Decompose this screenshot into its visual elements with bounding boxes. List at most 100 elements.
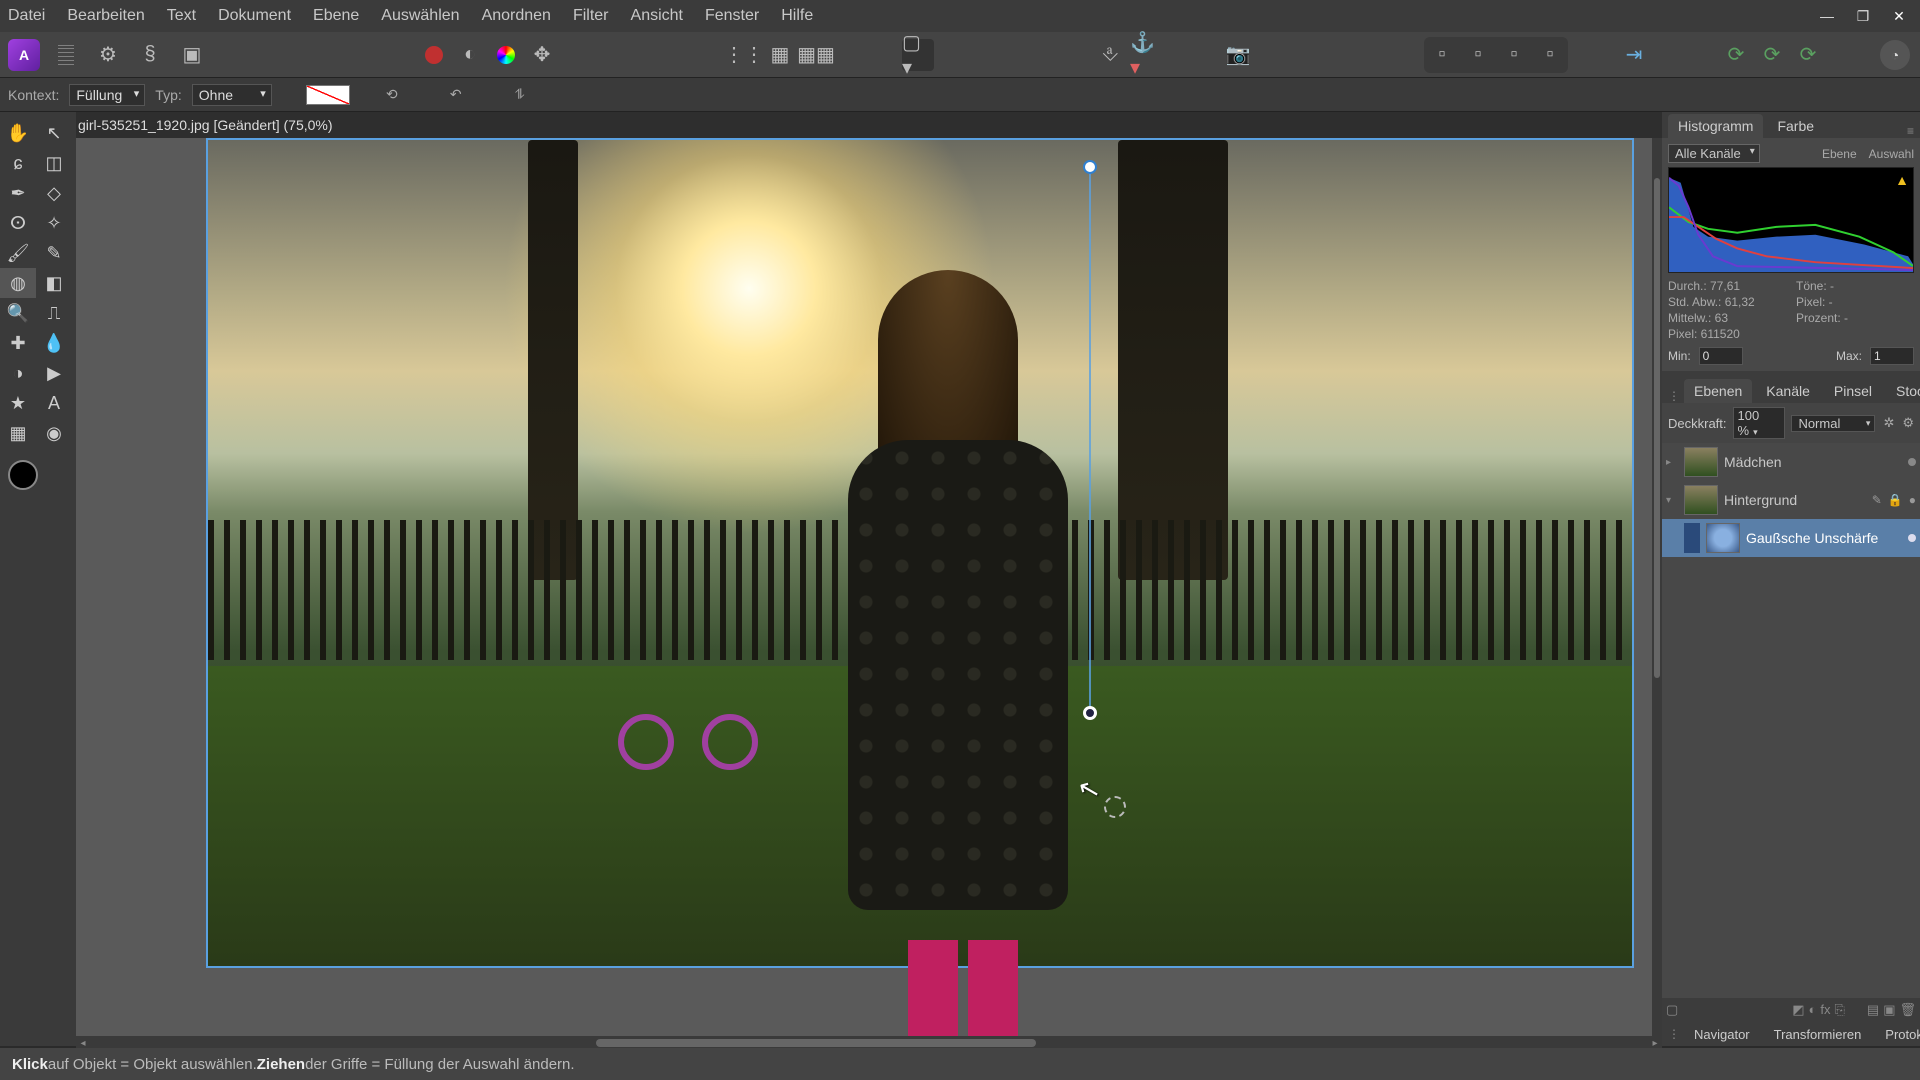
layers-mask-icon[interactable]: ◩ [1792, 1002, 1804, 1018]
camera-icon[interactable]: 📷 [1222, 39, 1254, 71]
layers-link-icon[interactable]: ⎘ [1834, 1002, 1844, 1018]
crop-tool-icon[interactable]: ⎀ [1094, 39, 1126, 71]
star-tool[interactable]: ★ [0, 388, 36, 418]
layer-thumbnail[interactable] [1706, 523, 1740, 553]
account-avatar[interactable]: ◔ [1880, 40, 1910, 70]
layer-visibility-dot[interactable]: ● [1909, 493, 1916, 507]
arrange-icon[interactable]: ⇥ [1618, 39, 1650, 71]
menu-auswaehlen[interactable]: Auswählen [381, 7, 459, 25]
sync-3-icon[interactable]: ⟳ [1792, 39, 1824, 71]
tab-pinsel[interactable]: Pinsel [1824, 379, 1882, 403]
layer-expand-icon[interactable]: ▾ [1666, 495, 1678, 506]
scroll-left-arrow-icon[interactable]: ◂ [76, 1038, 90, 1049]
histogram-source-auswahl[interactable]: Auswahl [1869, 147, 1914, 161]
fill-swatch-none[interactable] [306, 85, 350, 105]
crop-tool[interactable]: ◫ [36, 148, 72, 178]
align-3-icon[interactable]: ▫ [1498, 39, 1530, 71]
menu-bearbeiten[interactable]: Bearbeiten [67, 7, 144, 25]
document-canvas[interactable]: ↖ [206, 138, 1634, 968]
menu-datei[interactable]: Datei [8, 7, 45, 25]
hist-min-input[interactable] [1699, 347, 1743, 365]
menu-fenster[interactable]: Fenster [705, 7, 759, 25]
tab-protokoll[interactable]: Protokoll [1875, 1023, 1920, 1046]
lasso-tool[interactable]: ɕ [0, 148, 36, 178]
sync-1-icon[interactable]: ⟳ [1720, 39, 1752, 71]
layer-expand-icon[interactable]: ▸ [1666, 457, 1678, 468]
window-minimize-button[interactable]: — [1814, 6, 1840, 26]
eyedropper-icon[interactable]: ◐ [454, 39, 486, 71]
blend-mode-select[interactable]: Normal [1791, 415, 1875, 432]
layer-name[interactable]: Mädchen [1724, 454, 1782, 470]
align-1-icon[interactable]: ▫ [1426, 39, 1458, 71]
gradient-line[interactable] [1089, 170, 1091, 710]
canvas-viewport[interactable]: ↖ [76, 138, 1662, 1040]
tone-persona-icon[interactable]: § [134, 39, 166, 71]
smudge-tool[interactable]: 💧 [36, 328, 72, 358]
layer-name[interactable]: Hintergrund [1724, 492, 1797, 508]
layer-mask-thumbnail[interactable] [1684, 523, 1700, 553]
horizontal-scroll-thumb[interactable] [596, 1039, 1036, 1047]
layer-row[interactable]: ▾ Hintergrund ✎ 🔒 ● [1662, 481, 1920, 519]
layer-visibility-dot[interactable] [1908, 534, 1916, 542]
histogram-warning-icon[interactable]: ▲ [1895, 172, 1909, 188]
context-type-select[interactable]: Ohne [192, 84, 272, 106]
sync-2-icon[interactable]: ⟳ [1756, 39, 1788, 71]
anchor-dropdown-icon[interactable]: ⚓ ▾ [1130, 39, 1162, 71]
heal-tool[interactable]: ✚ [0, 328, 36, 358]
color-wheel-icon[interactable] [490, 39, 522, 71]
foreground-color-swatch[interactable] [8, 460, 38, 490]
tab-navigator[interactable]: Navigator [1684, 1023, 1760, 1046]
text-tool[interactable]: A [36, 388, 72, 418]
pen-tool[interactable]: ✒ [0, 178, 36, 208]
export-persona-icon[interactable]: ▣ [176, 39, 208, 71]
menu-filter[interactable]: Filter [573, 7, 609, 25]
tab-stock[interactable]: Stock [1886, 379, 1920, 403]
dodge-tool[interactable]: ◑ [0, 358, 36, 388]
layer-fx-icon[interactable]: ✲ [1883, 415, 1894, 431]
layer-lock-icon[interactable]: 🔒 [1888, 493, 1903, 507]
rotate-icon[interactable]: ⟲ [380, 83, 404, 107]
page-box-dropdown[interactable]: ▢ ▾ [902, 39, 934, 71]
vertical-scrollbar[interactable] [1652, 138, 1662, 1036]
tab-kanaele[interactable]: Kanäle [1756, 379, 1820, 403]
layer-cog-icon[interactable]: ⚙ [1902, 415, 1914, 431]
layer-thumbnail[interactable] [1684, 485, 1718, 515]
opacity-value[interactable]: 100 % [1733, 407, 1786, 439]
lock-aspect-icon[interactable]: ⥮ [508, 83, 532, 107]
layer-edit-icon[interactable]: ✎ [1872, 493, 1882, 507]
menu-anordnen[interactable]: Anordnen [482, 7, 551, 25]
layers-toggle-icon[interactable]: ▢ [1666, 1002, 1678, 1018]
layer-visibility-dot[interactable] [1908, 458, 1916, 466]
develop-persona-icon[interactable]: ⚙ [92, 39, 124, 71]
grid-dots-icon[interactable]: ⋮⋮ [728, 39, 760, 71]
layers-add-icon[interactable]: ▤ [1867, 1002, 1879, 1018]
node-tool[interactable]: ◇ [36, 178, 72, 208]
layer-thumbnail[interactable] [1684, 447, 1718, 477]
brush-tool[interactable]: 🖌 [0, 238, 36, 268]
picker-target-icon[interactable]: ✥ [526, 39, 558, 71]
layer-row-selected[interactable]: Gaußsche Unschärfe [1662, 519, 1920, 557]
scroll-right-arrow-icon[interactable]: ▸ [1648, 1038, 1662, 1049]
align-4-icon[interactable]: ▫ [1534, 39, 1566, 71]
swatch-red-icon[interactable] [418, 39, 450, 71]
grid-single-icon[interactable]: ▦ [764, 39, 796, 71]
layers-fx-icon[interactable]: fx [1820, 1002, 1830, 1018]
histogram-channel-select[interactable]: Alle Kanäle [1668, 144, 1760, 163]
tab-transformieren[interactable]: Transformieren [1764, 1023, 1872, 1046]
panel-collapse-icon[interactable]: ⋮ [1668, 389, 1680, 403]
tab-ebenen[interactable]: Ebenen [1684, 379, 1752, 403]
menu-text[interactable]: Text [167, 7, 196, 25]
eyedrop-tool[interactable]: ◉ [36, 418, 72, 448]
stamp-tool[interactable]: ⎍ [36, 298, 72, 328]
bottom-collapse-icon[interactable]: ⋮ [1668, 1027, 1680, 1041]
gradient-handle-start[interactable] [1083, 160, 1097, 174]
menu-ansicht[interactable]: Ansicht [631, 7, 683, 25]
window-close-button[interactable]: ✕ [1886, 6, 1912, 26]
layers-group-icon[interactable]: ▣ [1883, 1002, 1895, 1018]
align-2-icon[interactable]: ▫ [1462, 39, 1494, 71]
context-tool-select[interactable]: Füllung [69, 84, 145, 106]
zoom-tool[interactable]: 🔍 [0, 298, 36, 328]
hist-max-input[interactable] [1870, 347, 1914, 365]
pencil-tool[interactable]: ✎ [36, 238, 72, 268]
tab-histogramm[interactable]: Histogramm [1668, 114, 1763, 138]
